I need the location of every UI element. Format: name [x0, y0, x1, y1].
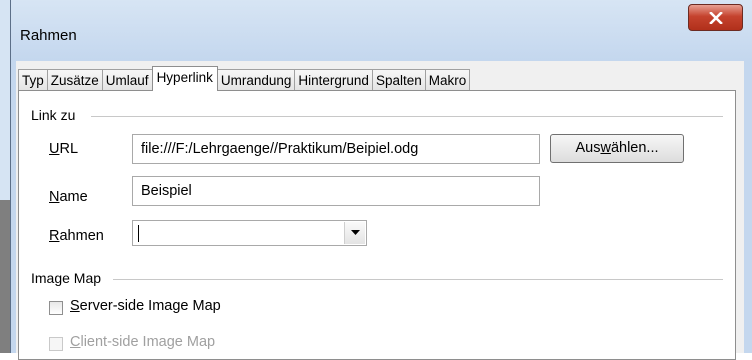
client-side-image-map-checkbox — [49, 337, 63, 351]
chevron-down-icon — [350, 230, 360, 235]
dialog-body: Typ Zusätze Umlauf Hyperlink Umrandung H… — [16, 61, 744, 360]
url-label: URL — [49, 141, 78, 157]
tab-makro[interactable]: Makro — [424, 69, 471, 91]
dialog-window: Rahmen Typ Zusätze Umlauf Hyperlink Umra… — [10, 0, 752, 360]
text-cursor — [138, 225, 139, 242]
close-icon — [708, 11, 723, 24]
client-label-rest: lient-side Image Map — [80, 334, 216, 350]
frame-dropdown-button[interactable] — [344, 222, 365, 244]
image-map-section-divider — [113, 279, 723, 280]
url-input[interactable]: file:///F:/Lehrgaenge//Praktikum/Beipiel… — [132, 134, 540, 164]
server-side-image-map-label[interactable]: Server-side Image Map — [70, 298, 221, 314]
name-label: Name — [49, 189, 88, 205]
url-label-rest: RL — [59, 141, 79, 157]
server-label-mnemonic: S — [70, 298, 80, 314]
frame-label-mnemonic: R — [49, 228, 60, 244]
name-label-mnemonic: N — [49, 189, 60, 205]
tab-bar: Typ Zusätze Umlauf Hyperlink Umrandung H… — [18, 66, 471, 91]
url-label-mnemonic: U — [49, 141, 60, 157]
link-section-title: Link zu — [31, 107, 76, 123]
frame-label: Rahmen — [49, 228, 104, 244]
tab-hintergrund[interactable]: Hintergrund — [294, 69, 373, 91]
client-side-image-map-label: Client-side Image Map — [70, 334, 215, 350]
name-input[interactable]: Beispiel — [132, 176, 540, 206]
tab-hyperlink[interactable]: Hyperlink — [151, 66, 218, 91]
hyperlink-panel: Link zu URL file:///F:/Lehrgaenge//Prakt… — [18, 90, 736, 360]
window-title: Rahmen — [20, 27, 77, 44]
frame-label-rest: ahmen — [59, 228, 104, 244]
browse-label-post: ählen... — [610, 140, 659, 156]
name-label-rest: ame — [59, 189, 88, 205]
browse-label-pre: Aus — [575, 140, 601, 156]
client-label-mnemonic: C — [70, 334, 81, 350]
background-strip-top — [0, 0, 10, 200]
server-side-image-map-checkbox[interactable] — [49, 301, 63, 315]
browse-label-mnemonic: w — [600, 140, 611, 156]
background-strip-bottom — [0, 200, 10, 353]
server-label-rest: erver-side Image Map — [79, 298, 221, 314]
browse-button[interactable]: Auswählen... — [550, 134, 684, 163]
link-section-divider — [91, 116, 723, 117]
frame-select[interactable] — [132, 220, 367, 246]
tab-typ[interactable]: Typ — [18, 69, 48, 91]
image-map-section-title: Image Map — [31, 270, 102, 286]
close-button[interactable] — [688, 4, 743, 31]
tab-umlauf[interactable]: Umlauf — [101, 69, 153, 91]
tab-umrandung[interactable]: Umrandung — [216, 69, 296, 91]
tab-zusaetze[interactable]: Zusätze — [46, 69, 103, 91]
background-strip — [0, 0, 10, 353]
tab-spalten[interactable]: Spalten — [371, 69, 426, 91]
title-bar[interactable]: Rahmen — [11, 0, 752, 56]
